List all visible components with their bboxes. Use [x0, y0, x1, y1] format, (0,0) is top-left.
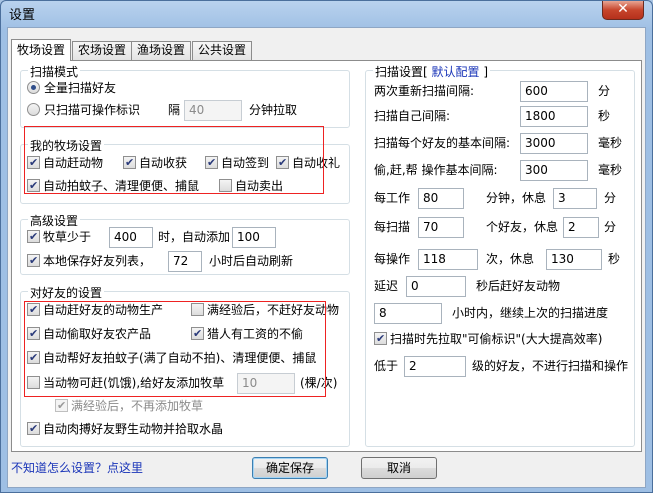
op-interval-unit: 毫秒: [598, 163, 623, 177]
self-interval-input[interactable]: 1800: [520, 106, 588, 127]
tab-fishery-settings[interactable]: 渔场设置: [131, 41, 192, 60]
auto-sell-checkbox[interactable]: 自动卖出: [219, 176, 283, 196]
catch-wild-animals-checkbox[interactable]: 自动肉搏好友野生动物并拾取水晶: [27, 419, 223, 439]
save-button[interactable]: 确定保存: [252, 457, 328, 479]
hungry-grass-input[interactable]: 10: [237, 373, 295, 394]
scan-settings-title: 扫描设置[ 默认配置 ]: [373, 63, 491, 80]
oper-rest-input[interactable]: 130: [546, 249, 602, 270]
tab-public-settings[interactable]: 公共设置: [192, 41, 253, 60]
hungry-add-grass-checkbox[interactable]: 当动物可赶(饥饿),给好友添加牧草: [27, 373, 224, 393]
cancel-button[interactable]: 取消: [361, 457, 437, 479]
level-unit-label: 级的好友，不进行扫描和操作: [472, 359, 629, 373]
refresh-unit-label: 小时后自动刷新: [209, 254, 294, 268]
scan-friends-input[interactable]: 70: [418, 217, 464, 238]
op-interval-label: 偷,赶,帮 操作基本间隔:: [374, 163, 498, 177]
refresh-hours-input[interactable]: 72: [168, 251, 202, 272]
auto-clean-checkbox[interactable]: 自动拍蚊子、清理便便、捕鼠: [27, 176, 199, 196]
client-area: 牧场设置 农场设置 渔场设置 公共设置 扫描模式 全量扫描好友 只扫描可操作标识…: [7, 27, 646, 488]
oper-prefix-label: 每操作: [374, 252, 411, 266]
save-friend-list-checkbox[interactable]: 本地保存好友列表，: [27, 251, 151, 271]
op-interval-input[interactable]: 300: [520, 160, 588, 181]
grass-add-input[interactable]: 100: [232, 227, 276, 248]
advanced-group: 高级设置 牧草少于 400 时，自动添加 100 本地保存好友列表， 72 小时…: [20, 212, 350, 275]
scan-prefix-label: 每扫描: [374, 220, 411, 234]
radio-scan-marked[interactable]: 只扫描可操作标识: [27, 100, 140, 120]
prefetch-marks-checkbox[interactable]: 扫描时先拉取"可偷标识"(大大提高效率): [374, 329, 602, 349]
scan-settings-group: 扫描设置[ 默认配置 ] 两次重新扫描间隔: 600 分 扫描自己间隔: 180…: [365, 63, 635, 447]
grass-mid-label: 时，自动添加: [158, 230, 231, 244]
level-threshold-input[interactable]: 2: [404, 356, 466, 377]
auto-drive-checkbox[interactable]: 自动赶动物: [27, 153, 103, 173]
delay-prefix-label: 延迟: [374, 279, 399, 293]
oper-mid-label: 次，休息: [486, 252, 535, 266]
continue-hours-input[interactable]: 8: [374, 303, 442, 324]
ranch-settings-page: 扫描模式 全量扫描好友 只扫描可操作标识 隔 40 分钟拉取 我的牧场设置 自动…: [11, 60, 642, 452]
scan-rest-input[interactable]: 2: [563, 217, 599, 238]
default-config-link[interactable]: 默认配置: [432, 65, 480, 79]
scan-mid-label: 个好友，休息: [486, 220, 559, 234]
level-prefix-label: 低于: [374, 359, 399, 373]
delay-unit-label: 秒后赶好友动物: [476, 279, 561, 293]
close-button[interactable]: ✕: [602, 1, 644, 20]
window-title: 设置: [9, 8, 36, 23]
scan-rest-unit: 分: [604, 220, 617, 234]
continue-unit-label: 小时内，继续上次的扫描进度: [452, 306, 609, 320]
no-steal-paid-checkbox[interactable]: 猎人有工资的不偷: [191, 324, 303, 344]
work-minutes-input[interactable]: 80: [418, 188, 464, 209]
self-interval-unit: 秒: [598, 109, 611, 123]
interval-label: 隔: [168, 103, 181, 117]
help-link[interactable]: 不知道怎么设置？点这里: [11, 459, 143, 476]
rescan-interval-label: 两次重新扫描间隔:: [374, 84, 475, 98]
oper-count-input[interactable]: 118: [418, 249, 478, 270]
work-prefix-label: 每工作: [374, 191, 411, 205]
work-mid-label: 分钟，休息: [486, 191, 547, 205]
work-rest-unit: 分: [604, 191, 617, 205]
tab-ranch-settings[interactable]: 牧场设置: [11, 39, 72, 61]
auto-gift-checkbox[interactable]: 自动收礼: [276, 153, 340, 173]
scan-mode-group: 扫描模式 全量扫描好友 只扫描可操作标识 隔 40 分钟拉取: [20, 63, 350, 128]
my-ranch-group: 我的牧场设置 自动赶动物 自动收获 自动签到 自动收礼 自动拍蚊子、清理便便、捕…: [20, 137, 350, 204]
work-rest-input[interactable]: 3: [553, 188, 597, 209]
exp-full-no-add-checkbox[interactable]: 满经验后，不再添加牧草: [55, 396, 203, 416]
auto-harvest-checkbox[interactable]: 自动收获: [123, 153, 187, 173]
auto-signin-checkbox[interactable]: 自动签到: [205, 153, 269, 173]
self-interval-label: 扫描自己间隔:: [374, 109, 451, 123]
grass-auto-add-checkbox[interactable]: 牧草少于: [27, 227, 91, 247]
radio-indicator[interactable]: [27, 103, 40, 116]
radio-indicator[interactable]: [27, 81, 40, 94]
friend-interval-input[interactable]: 3000: [520, 133, 588, 154]
help-clean-checkbox[interactable]: 自动帮好友拍蚊子(满了自动不拍)、清理便便、捕鼠: [27, 348, 316, 368]
rescan-interval-unit: 分: [598, 84, 611, 98]
delay-seconds-input[interactable]: 0: [406, 276, 466, 297]
grass-threshold-input[interactable]: 400: [109, 227, 153, 248]
hungry-unit-label: (棵/次): [300, 376, 338, 390]
rescan-interval-input[interactable]: 600: [520, 81, 588, 102]
steal-products-checkbox[interactable]: 自动偷取好友农产品: [27, 324, 151, 344]
title-bar[interactable]: 设置 ✕: [1, 1, 652, 27]
interval-unit: 分钟拉取: [249, 103, 298, 117]
friend-interval-unit: 毫秒: [598, 136, 623, 150]
settings-window: 设置 ✕ 牧场设置 农场设置 渔场设置 公共设置 扫描模式 全量扫描好友 只扫描…: [0, 0, 653, 493]
radio-scan-all[interactable]: 全量扫描好友: [27, 78, 116, 98]
drive-friend-animals-checkbox[interactable]: 自动赶好友的动物生产: [27, 300, 163, 320]
friends-title: 对好友的设置: [28, 284, 105, 301]
exp-full-no-drive-checkbox[interactable]: 满经验后，不赶好友动物: [191, 300, 339, 320]
my-ranch-title: 我的牧场设置: [28, 137, 105, 154]
friend-interval-label: 扫描每个好友的基本间隔:: [374, 136, 511, 150]
friends-group: 对好友的设置 自动赶好友的动物生产 满经验后，不赶好友动物 自动偷取好友农产品 …: [20, 284, 350, 447]
tab-farm-settings[interactable]: 农场设置: [72, 41, 133, 60]
oper-rest-unit: 秒: [608, 252, 621, 266]
interval-input[interactable]: 40: [184, 100, 242, 121]
